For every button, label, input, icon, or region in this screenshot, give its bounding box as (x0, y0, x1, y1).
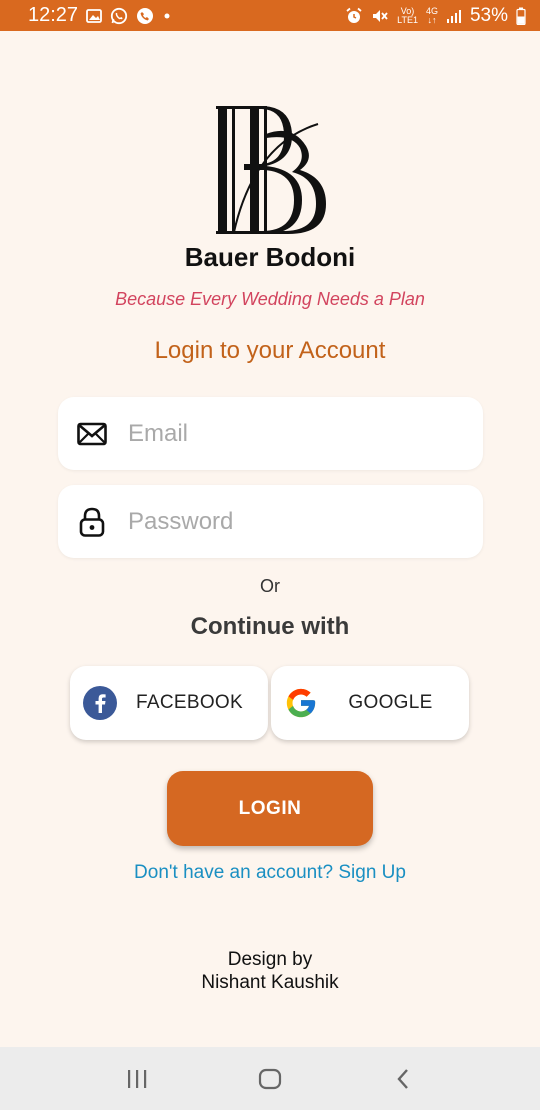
home-icon[interactable] (250, 1059, 290, 1099)
facebook-icon (83, 686, 117, 720)
mail-icon (76, 418, 108, 450)
alarm-icon (345, 7, 363, 25)
recent-apps-icon[interactable] (117, 1059, 157, 1099)
facebook-login-button[interactable]: FACEBOOK (70, 666, 268, 740)
status-right: Vo) LTE1 4G ↓↑ 53% (345, 5, 526, 27)
password-field[interactable] (58, 485, 483, 558)
network-label-bottom: LTE1 (397, 14, 418, 25)
status-bar: 12:27 Vo) LTE1 4G ↓↑ 53% (0, 0, 540, 31)
mute-icon (371, 7, 389, 25)
network-4g: 4G ↓↑ (425, 5, 438, 25)
network-volte: Vo) LTE1 (397, 6, 418, 25)
email-input[interactable] (128, 419, 448, 448)
brand-logo (214, 104, 328, 236)
credit-line-2: Nishant Kaushik (201, 972, 339, 993)
password-input[interactable] (128, 507, 448, 536)
login-button[interactable]: LOGIN (167, 771, 373, 846)
email-field[interactable] (58, 397, 483, 470)
continue-with-heading: Continue with (190, 613, 350, 640)
back-icon[interactable] (383, 1059, 423, 1099)
whatsapp-icon (110, 7, 128, 25)
call-icon (136, 7, 154, 25)
credit-line-1: Design by (227, 949, 313, 970)
facebook-label: FACEBOOK (136, 692, 243, 713)
brand-tagline: Because Every Wedding Needs a Plan (115, 289, 425, 309)
login-heading: Login to your Account (154, 337, 386, 364)
brand-name: Bauer Bodoni (184, 242, 356, 272)
dot-icon (162, 11, 172, 21)
signal-icon (446, 8, 462, 24)
battery-percent: 53% (469, 4, 508, 26)
google-login-button[interactable]: GOOGLE (271, 666, 469, 740)
google-icon (284, 686, 318, 720)
status-time: 12:27 (28, 4, 79, 26)
or-divider-text: Or (260, 576, 280, 596)
signup-link[interactable]: Don't have an account? Sign Up (0, 862, 540, 884)
gallery-icon (86, 8, 102, 24)
system-nav-bar (0, 1047, 540, 1110)
lock-icon (76, 506, 108, 538)
google-label: GOOGLE (348, 692, 433, 713)
design-credit: Design by Nishant Kaushik (0, 948, 540, 994)
battery-icon (516, 7, 526, 25)
status-left: 12:27 (28, 4, 172, 27)
